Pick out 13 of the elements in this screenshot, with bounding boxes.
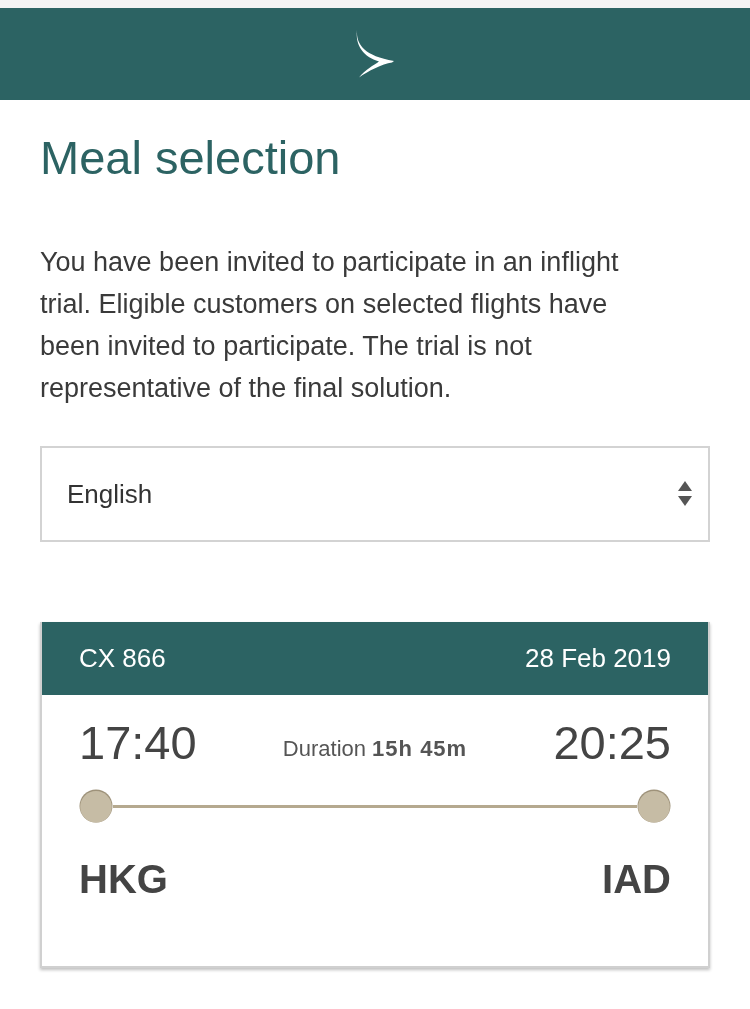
flight-date: 28 Feb 2019: [525, 643, 671, 674]
flight-number: CX 866: [79, 643, 166, 674]
departure-airport: HKG: [79, 858, 168, 900]
arrival-airport: IAD: [602, 858, 671, 900]
departure-time: 17:40: [79, 719, 197, 766]
duration-text: Duration 15h 45m: [282, 736, 468, 763]
route-endpoint-icon: [79, 789, 113, 823]
intro-text: You have been invited to participate in an inflight trial. Eligible customers on selected flights have been invited to participate. The trial is not representative of the final solution.: [40, 246, 620, 405]
language-select[interactable]: English: [40, 446, 710, 542]
route-endpoint-icon: [637, 789, 671, 823]
arrival-time: 20:25: [553, 719, 671, 766]
up-down-arrows-icon: [678, 481, 692, 507]
page-title: Meal selection: [40, 130, 342, 186]
